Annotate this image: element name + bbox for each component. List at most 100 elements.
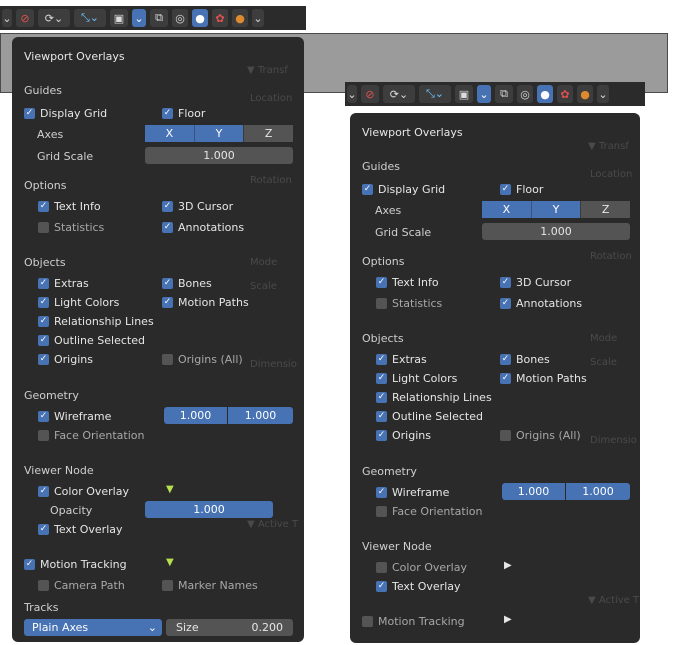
shading-wireframe-icon[interactable]: ◎ — [517, 85, 533, 103]
text-info-checkbox[interactable]: ✓ Text Info — [38, 200, 101, 213]
light-colors-checkbox[interactable]: ✓ Light Colors — [38, 296, 119, 309]
shading-solid-icon[interactable]: ● — [192, 9, 208, 27]
axis-x-button[interactable]: X — [145, 125, 194, 142]
viewport-overlays-panel-left: ▼ Transf Location Rotation Mode Scale Di… — [12, 37, 304, 642]
motion-tracking-checkbox[interactable]: Motion Tracking — [362, 615, 465, 628]
section-geometry: Geometry — [362, 465, 417, 478]
expand-down-icon[interactable]: ▼ — [166, 484, 174, 495]
selectability-icon[interactable]: ⟳⌄ — [383, 85, 415, 103]
relationship-lines-checkbox[interactable]: ✓ Relationship Lines — [376, 391, 492, 404]
annotations-checkbox[interactable]: ✓ Annotations — [500, 297, 582, 310]
axis-y-button[interactable]: Y — [193, 125, 244, 142]
check-icon: ✓ — [376, 430, 387, 441]
extras-checkbox[interactable]: ✓ Extras — [376, 353, 427, 366]
outline-selected-checkbox[interactable]: ✓ Outline Selected — [376, 410, 483, 423]
expand-right-icon[interactable]: ▶ — [504, 560, 512, 571]
check-icon: ✓ — [38, 278, 49, 289]
selectability-icon[interactable]: ⟳⌄ — [38, 9, 70, 27]
face-orientation-checkbox[interactable]: Face Orientation — [376, 505, 482, 518]
axis-z-button[interactable]: Z — [243, 125, 294, 142]
xray-icon[interactable]: ⧉ — [495, 85, 513, 103]
shading-solid-icon[interactable]: ● — [537, 85, 553, 103]
chevron-down-icon[interactable]: ⌄ — [2, 9, 12, 27]
shading-dropdown-icon[interactable]: ⌄ — [252, 9, 264, 27]
section-geometry: Geometry — [24, 389, 79, 402]
axis-y-button[interactable]: Y — [530, 201, 581, 218]
overlays-icon[interactable]: ▣ — [110, 9, 128, 27]
shading-wireframe-icon[interactable]: ◎ — [172, 9, 188, 27]
origins-all-checkbox[interactable]: Origins (All) — [500, 429, 581, 442]
shading-material-icon[interactable]: ✿ — [557, 85, 573, 103]
axes-toggle[interactable]: X Y Z — [145, 125, 294, 142]
check-icon: ✓ — [362, 184, 373, 195]
camera-path-checkbox[interactable]: Camera Path — [38, 579, 125, 592]
shading-dropdown-icon[interactable]: ⌄ — [597, 85, 609, 103]
extras-checkbox[interactable]: ✓ Extras — [38, 277, 89, 290]
wireframe-threshold-field[interactable]: 1.000 — [164, 407, 227, 424]
display-grid-checkbox[interactable]: ✓ Display Grid — [362, 183, 445, 196]
marker-names-checkbox[interactable]: Marker Names — [162, 579, 258, 592]
section-options: Options — [24, 179, 67, 192]
chevron-down-icon[interactable]: ⌄ — [347, 85, 357, 103]
gizmo-icon[interactable]: ⤡⌄ — [74, 9, 106, 27]
bones-checkbox[interactable]: ✓ Bones — [162, 277, 212, 290]
visibility-toggle-icon[interactable]: ⊘ — [361, 85, 379, 103]
shading-rendered-icon[interactable]: ● — [577, 85, 593, 103]
text-overlay-checkbox[interactable]: ✓ Text Overlay — [38, 523, 123, 536]
motion-paths-checkbox[interactable]: ✓ Motion Paths — [500, 372, 587, 385]
axes-toggle[interactable]: X Y Z — [482, 201, 631, 218]
expand-down-icon[interactable]: ▼ — [166, 557, 174, 568]
3d-cursor-checkbox[interactable]: ✓ 3D Cursor — [162, 200, 233, 213]
check-icon: ✓ — [376, 487, 387, 498]
axis-z-button[interactable]: Z — [580, 201, 631, 218]
panel-title: Viewport Overlays — [24, 50, 125, 63]
grid-scale-field[interactable]: 1.000 — [482, 223, 630, 240]
check-icon: ✓ — [162, 201, 173, 212]
text-info-checkbox[interactable]: ✓ Text Info — [376, 276, 439, 289]
bones-checkbox[interactable]: ✓ Bones — [500, 353, 550, 366]
motion-paths-checkbox[interactable]: ✓ Motion Paths — [162, 296, 249, 309]
statistics-checkbox[interactable]: Statistics — [376, 297, 442, 310]
overlays-icon[interactable]: ▣ — [455, 85, 473, 103]
tracks-dropdown[interactable]: Plain Axes ⌄ — [24, 619, 162, 636]
origins-all-checkbox[interactable]: Origins (All) — [162, 353, 243, 366]
grid-scale-field[interactable]: 1.000 — [145, 147, 293, 164]
display-grid-checkbox[interactable]: ✓ Display Grid — [24, 107, 107, 120]
relationship-lines-checkbox[interactable]: ✓ Relationship Lines — [38, 315, 154, 328]
light-colors-checkbox[interactable]: ✓ Light Colors — [376, 372, 457, 385]
axis-x-button[interactable]: X — [482, 201, 531, 218]
wireframe-checkbox[interactable]: ✓ Wireframe — [38, 410, 111, 423]
shading-rendered-icon[interactable]: ● — [232, 9, 248, 27]
check-icon: ✓ — [24, 108, 35, 119]
visibility-toggle-icon[interactable]: ⊘ — [16, 9, 34, 27]
color-overlay-checkbox[interactable]: Color Overlay — [376, 561, 467, 574]
opacity-field[interactable]: 1.000 — [145, 501, 273, 518]
wireframe-threshold-field[interactable]: 1.000 — [502, 483, 565, 500]
origins-checkbox[interactable]: ✓ Origins — [38, 353, 93, 366]
motion-tracking-checkbox[interactable]: ✓ Motion Tracking — [24, 558, 127, 571]
wireframe-opacity-field[interactable]: 1.000 — [228, 407, 293, 424]
xray-icon[interactable]: ⧉ — [150, 9, 168, 27]
size-field[interactable]: Size 0.200 — [166, 619, 293, 636]
shading-material-icon[interactable]: ✿ — [212, 9, 228, 27]
viewport-overlays-panel-right: ▼ Transf Location Rotation Mode Scale Di… — [350, 113, 640, 643]
outline-selected-checkbox[interactable]: ✓ Outline Selected — [38, 334, 145, 347]
overlays-dropdown-button[interactable]: ⌄ — [477, 85, 491, 103]
check-icon: ✓ — [162, 278, 173, 289]
wireframe-opacity-field[interactable]: 1.000 — [566, 483, 630, 500]
annotations-checkbox[interactable]: ✓ Annotations — [162, 221, 244, 234]
check-icon: ✓ — [38, 486, 49, 497]
face-orientation-checkbox[interactable]: Face Orientation — [38, 429, 144, 442]
origins-checkbox[interactable]: ✓ Origins — [376, 429, 431, 442]
text-overlay-checkbox[interactable]: ✓ Text Overlay — [376, 580, 461, 593]
wireframe-checkbox[interactable]: ✓ Wireframe — [376, 486, 449, 499]
3d-cursor-checkbox[interactable]: ✓ 3D Cursor — [500, 276, 571, 289]
floor-checkbox[interactable]: ✓ Floor — [500, 183, 543, 196]
statistics-checkbox[interactable]: Statistics — [38, 221, 104, 234]
section-options: Options — [362, 255, 405, 268]
gizmo-icon[interactable]: ⤡⌄ — [419, 85, 451, 103]
expand-right-icon[interactable]: ▶ — [504, 614, 512, 625]
floor-checkbox[interactable]: ✓ Floor — [162, 107, 205, 120]
overlays-dropdown-button[interactable]: ⌄ — [132, 9, 146, 27]
color-overlay-checkbox[interactable]: ✓ Color Overlay — [38, 485, 129, 498]
